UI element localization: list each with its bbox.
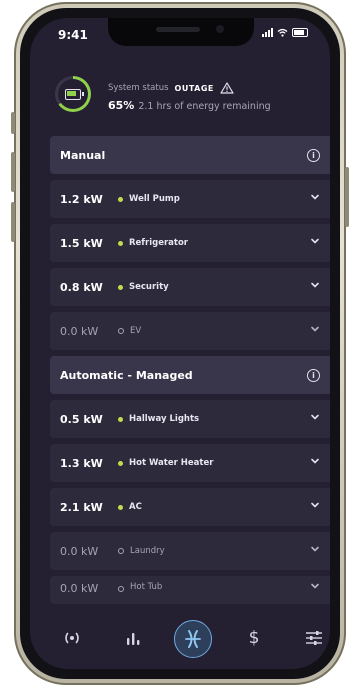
wifi-icon: [277, 28, 288, 37]
app-screen: 9:41 System status OUTAGE 65% 2.1 hrs of …: [30, 18, 330, 669]
chevron-down-icon[interactable]: [310, 325, 320, 333]
circuit-row[interactable]: 0.5 kW Hallway Lights: [50, 400, 330, 438]
circuit-row[interactable]: 0.8 kW Security: [50, 268, 330, 306]
status-dot: [118, 548, 124, 554]
battery-charge-ring: [55, 76, 91, 112]
status-dot: [118, 196, 123, 202]
bar-chart-icon: [127, 633, 140, 645]
warning-icon[interactable]: [220, 82, 234, 94]
section-title: Automatic - Managed: [60, 368, 193, 382]
speaker: [156, 27, 200, 32]
circuit-power: 1.3 kW: [60, 456, 103, 470]
info-icon[interactable]: i: [307, 148, 320, 162]
circuit-power: 0.8 kW: [60, 280, 103, 294]
mute-switch: [11, 112, 15, 134]
circuit-name: EV: [130, 326, 142, 336]
status-dot: [118, 460, 123, 466]
chevron-down-icon[interactable]: [310, 582, 320, 590]
circuit-row[interactable]: 1.3 kW Hot Water Heater: [50, 444, 330, 482]
circuit-name: Refrigerator: [129, 238, 188, 248]
bezel: 9:41 System status OUTAGE 65% 2.1 hrs of …: [20, 8, 340, 679]
chevron-down-icon[interactable]: [310, 413, 320, 421]
system-status: System status OUTAGE: [108, 82, 234, 94]
charge-percent: 65%: [108, 99, 135, 112]
circuit-name: Hot Tub: [130, 582, 163, 592]
chevron-down-icon[interactable]: [310, 501, 320, 509]
dollar-icon: $: [248, 628, 260, 648]
circuit-power: 0.0 kW: [60, 544, 99, 558]
section-manual: Manual i: [50, 136, 330, 174]
energy-remaining: 65% 2.1 hrs of energy remaining: [108, 99, 271, 112]
chevron-down-icon[interactable]: [310, 281, 320, 289]
circuit-row[interactable]: 1.2 kW Well Pump: [50, 180, 330, 218]
chevron-down-icon[interactable]: [310, 193, 320, 201]
power-flow-icon: [185, 630, 201, 648]
tab-broadcast[interactable]: [54, 620, 90, 656]
remaining-text: 2.1 hrs of energy remaining: [138, 101, 271, 112]
notch: [108, 18, 254, 46]
tab-power-flow[interactable]: [174, 620, 212, 658]
status-dot: [118, 284, 123, 290]
tab-savings[interactable]: $: [236, 620, 272, 656]
section-automatic-managed: Automatic - Managed i: [50, 356, 330, 394]
chevron-down-icon[interactable]: [310, 545, 320, 553]
circuit-row[interactable]: 0.0 kW Hot Tub: [50, 576, 330, 604]
status-dot: [118, 586, 124, 592]
tab-settings[interactable]: [296, 620, 330, 656]
power-button: [345, 167, 349, 227]
section-title: Manual: [60, 148, 106, 162]
circuit-name: Hot Water Heater: [129, 458, 214, 468]
status-time: 9:41: [58, 28, 88, 42]
circuit-row[interactable]: 2.1 kW AC: [50, 488, 330, 526]
chevron-down-icon[interactable]: [310, 237, 320, 245]
tab-usage[interactable]: [115, 620, 151, 656]
circuit-row[interactable]: 1.5 kW Refrigerator: [50, 224, 330, 262]
circuit-row[interactable]: 0.0 kW EV: [50, 312, 330, 350]
circuit-name: Well Pump: [129, 194, 180, 204]
circuit-row[interactable]: 0.0 kW Laundry: [50, 532, 330, 570]
circuit-power: 1.5 kW: [60, 236, 103, 250]
battery-icon: [65, 89, 84, 100]
camera: [216, 25, 224, 33]
circuit-power: 1.2 kW: [60, 192, 103, 206]
broadcast-icon: [65, 632, 79, 644]
circuit-name: Laundry: [130, 546, 165, 556]
signal-icon: [262, 28, 273, 37]
status-icons: [262, 28, 308, 37]
outage-badge: OUTAGE: [174, 83, 214, 93]
circuit-name: AC: [129, 502, 142, 512]
circuit-name: Hallway Lights: [129, 414, 200, 424]
volume-up-button: [11, 152, 15, 192]
status-dot: [118, 504, 123, 510]
chevron-down-icon[interactable]: [310, 457, 320, 465]
circuit-list[interactable]: Manual i 1.2 kW Well Pump 1.5 kW Refrige…: [50, 136, 330, 604]
circuit-power: 2.1 kW: [60, 500, 103, 514]
status-dot: [118, 328, 124, 334]
status-dot: [118, 416, 123, 422]
info-icon[interactable]: i: [307, 368, 320, 382]
circuit-power: 0.5 kW: [60, 412, 103, 426]
circuit-name: Security: [129, 282, 169, 292]
battery-icon: [292, 28, 308, 37]
volume-down-button: [11, 202, 15, 242]
system-status-label: System status: [108, 83, 169, 93]
status-dot: [118, 240, 123, 246]
bottom-tab-bar: $: [30, 610, 330, 669]
phone-frame: 9:41 System status OUTAGE 65% 2.1 hrs of …: [11, 2, 349, 685]
circuit-power: 0.0 kW: [60, 582, 99, 595]
circuit-power: 0.0 kW: [60, 324, 99, 338]
sliders-icon: [306, 631, 322, 645]
